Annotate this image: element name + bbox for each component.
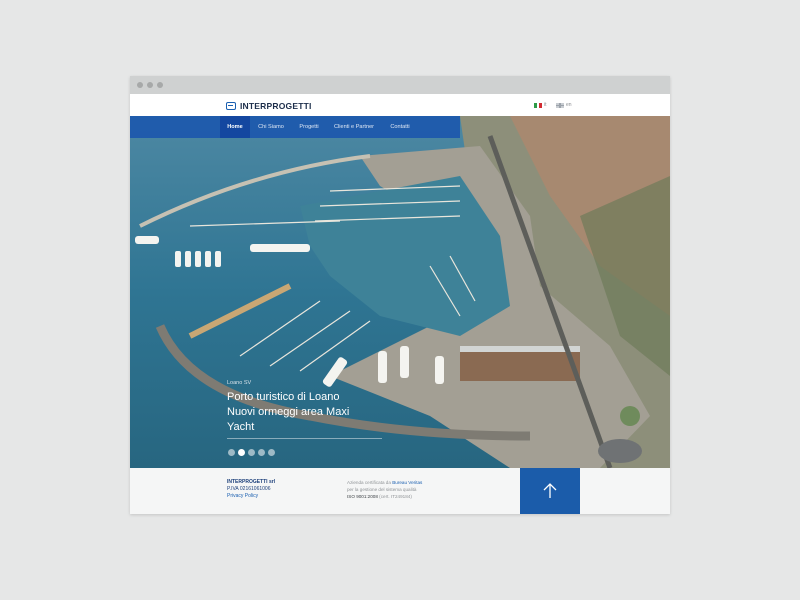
slide-title[interactable]: Porto turistico di Loano Nuovi ormeggi a… <box>227 390 387 435</box>
hero-image-marina <box>130 116 670 468</box>
main-nav: Home Chi Siamo Progetti Clienti e Partne… <box>130 116 460 138</box>
uk-flag-icon <box>556 102 564 108</box>
brand-logo[interactable]: INTERPROGETTI <box>226 100 312 111</box>
certification-info: Azienda certificata da Bureau Veritas pe… <box>347 479 422 500</box>
cert-quality-line: per la gestione del sistema qualità <box>347 487 417 492</box>
browser-window: INTERPROGETTI it en Home Chi Siamo Proge… <box>130 76 670 514</box>
nav-chi-siamo[interactable]: Chi Siamo <box>252 116 290 138</box>
bureau-veritas-link[interactable]: Bureau Veritas <box>392 480 422 485</box>
slider-pagination <box>228 449 278 456</box>
nav-home[interactable]: Home <box>220 116 250 138</box>
cert-prefix: Azienda certificata da <box>347 480 393 485</box>
italy-flag-icon <box>534 102 543 108</box>
slider-dot[interactable] <box>238 449 245 456</box>
iso-standard: ISO 9001:2008 <box>347 494 378 499</box>
company-name: INTERPROGETTI srl <box>227 479 276 485</box>
slider-dot[interactable] <box>258 449 265 456</box>
language-it[interactable]: it <box>534 102 547 108</box>
slide-location: Loano SV <box>227 380 252 386</box>
window-dot-close[interactable] <box>137 82 143 88</box>
arrow-up-icon <box>543 483 557 498</box>
hero-slider: Home Chi Siamo Progetti Clienti e Partne… <box>130 116 670 468</box>
window-dot-maximize[interactable] <box>157 82 163 88</box>
slide-divider <box>227 438 382 439</box>
browser-titlebar <box>130 76 670 94</box>
nav-contatti[interactable]: Contatti <box>382 116 418 138</box>
nav-clienti-partner[interactable]: Clienti e Partner <box>328 116 380 138</box>
slider-dot[interactable] <box>268 449 275 456</box>
language-code-it: it <box>544 102 547 108</box>
scroll-top-button[interactable] <box>520 468 580 514</box>
site-header: INTERPROGETTI it en <box>130 94 670 116</box>
company-info: INTERPROGETTI srl P.IVA 02161061006 Priv… <box>227 479 275 500</box>
slider-dot[interactable] <box>248 449 255 456</box>
slider-dot[interactable] <box>228 449 235 456</box>
site-footer: INTERPROGETTI srl P.IVA 02161061006 Priv… <box>130 468 670 514</box>
cert-number: (cert. IT249184) <box>377 494 412 499</box>
vat-number: P.IVA 02161061006 <box>227 486 271 492</box>
brand-name: INTERPROGETTI <box>240 100 312 111</box>
window-dot-minimize[interactable] <box>147 82 153 88</box>
slide-caption: Loano SV Porto turistico di Loano Nuovi … <box>227 380 387 435</box>
language-code-en: en <box>566 102 572 108</box>
logo-icon <box>226 101 236 110</box>
privacy-policy-link[interactable]: Privacy Policy <box>227 493 275 500</box>
language-en[interactable]: en <box>556 102 572 108</box>
nav-progetti[interactable]: Progetti <box>292 116 326 138</box>
